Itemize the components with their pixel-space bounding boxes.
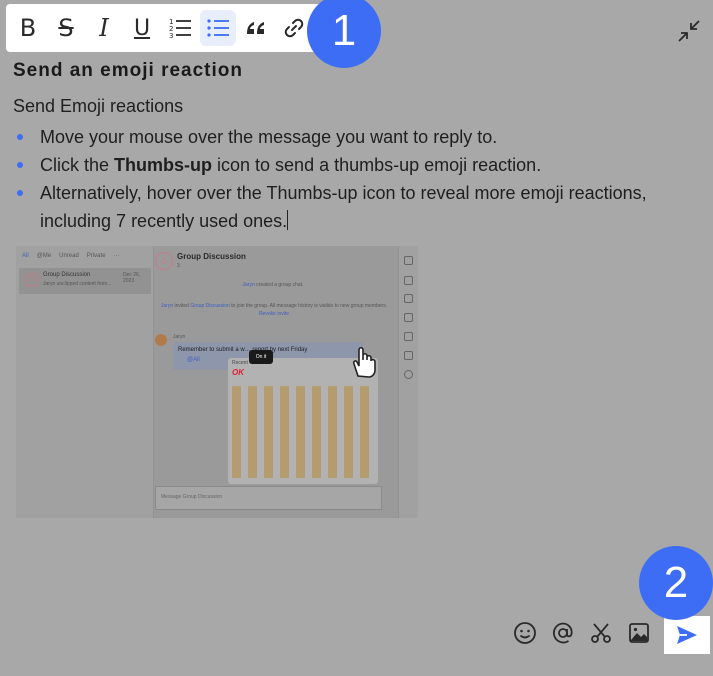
chat-list-pane: All @Me Unread Private ··· G Group Discu… [16,246,154,518]
quote-icon [247,22,264,34]
bullet-text-2-pre: Click the [40,155,115,175]
rail-icon [404,294,413,303]
list-item: Move your mouse over the message you wan… [13,123,693,151]
system-text: created a group chat. [254,282,304,288]
link-icon [284,18,304,38]
member-count: 3 [177,263,180,269]
ordered-list-button[interactable]: 1 2 3 [162,10,198,46]
bullet-list: Move your mouse over the message you wan… [13,123,693,235]
tab-unread: Unread [59,253,79,259]
list-item: Alternatively, hover over the Thumbs-up … [13,179,693,235]
rail-icon [404,276,413,285]
tab-more: ··· [113,253,120,259]
composer-actions [512,620,652,646]
send-icon [677,626,697,644]
step-badge-1: 1 [307,0,381,68]
svg-text:3: 3 [169,32,173,40]
rail-icon [404,370,413,379]
pointer-hand-icon [353,346,376,378]
bold-button[interactable]: B [10,10,46,46]
conversation-name: Group Discussion [43,272,91,278]
rail-icon [404,332,413,341]
right-rail [398,246,418,518]
system-user: Jaryn [160,303,174,309]
emoji-grid [232,386,374,478]
chat-tabs: All @Me Unread Private ··· [22,253,119,259]
image-button[interactable] [626,620,652,646]
ordered-list-icon: 1 2 3 [169,18,191,40]
emoji-button[interactable] [512,620,538,646]
avatar: G [25,273,39,287]
rail-icon [404,256,413,265]
collapse-icon[interactable] [676,18,702,44]
formatting-toolbar: B S I U 1 2 3 [6,4,324,52]
content-heading: Send an emoji reaction [13,60,243,81]
composer-placeholder: Message Group Discussion [161,494,223,500]
message-text: Remember to submit a w… report by next F… [178,347,308,353]
picker-top-ok: OK [232,368,244,377]
bullet-text-1: Move your mouse over the message you wan… [40,127,498,147]
message-composer: Message Group Discussion [155,486,382,510]
mention-tag: @All [187,357,200,363]
strikethrough-icon: S [58,14,74,42]
conversation-date: Dec 26, 2023 [123,272,141,284]
italic-button[interactable]: I [86,10,122,46]
text-cursor [287,210,289,230]
system-text: invited [173,303,191,309]
send-button[interactable] [664,616,710,654]
bold-icon: B [19,14,37,42]
tab-all: All [22,253,29,259]
system-message: Jaryn invited Group Discussion to join t… [159,302,389,318]
tooltip: On it [249,350,273,364]
chat-pane: G Group Discussion 3 Jaryn created a gro… [153,246,398,518]
tab-mentions: @Me [36,253,52,259]
system-message: Jaryn created a group chat. [213,282,333,288]
system-user: Jaryn [242,282,255,288]
rail-icon [404,313,413,322]
rail-icon [404,351,413,360]
picker-label: Recent [232,360,248,366]
avatar [155,334,167,346]
underline-icon: U [133,15,151,41]
avatar: G [155,252,173,270]
bullet-text-3: Alternatively, hover over the Thumbs-up … [40,183,647,231]
bullet-text-2-post: icon to send a thumbs-up emoji reaction. [212,155,542,175]
intro-text: Send Emoji reactions [13,96,184,116]
screenshot-button[interactable] [588,620,614,646]
bullet-list-button[interactable] [200,10,236,46]
conversation-item: G Group Discussion Dec 26, 2023 Jaryn un… [19,268,151,294]
system-group: Group Discussion [190,303,230,309]
strikethrough-button[interactable]: S [48,10,84,46]
bullet-text-2-bold: Thumbs-up [114,155,213,175]
step-badge-2: 2 [639,546,713,620]
italic-icon: I [99,14,109,42]
chat-title: Group Discussion [177,252,246,261]
mention-button[interactable] [550,620,576,646]
image-icon [629,623,649,643]
underline-button[interactable]: U [124,10,160,46]
emoji-icon [514,622,536,644]
sender-name: Jaryn [173,334,186,340]
quote-button[interactable] [238,10,274,46]
revoke-link: Revoke invite [258,311,289,317]
tab-private: Private [86,253,106,259]
conversation-snippet: Jaryn unclipped content from... [43,281,112,287]
list-item: Click the Thumbs-up icon to send a thumb… [13,151,693,179]
system-text: to join the group. All message history i… [229,303,388,309]
mention-icon [553,622,573,644]
scissors-icon [591,623,611,643]
embedded-screenshot[interactable]: All @Me Unread Private ··· G Group Discu… [16,246,418,518]
bullet-list-icon [207,19,229,37]
